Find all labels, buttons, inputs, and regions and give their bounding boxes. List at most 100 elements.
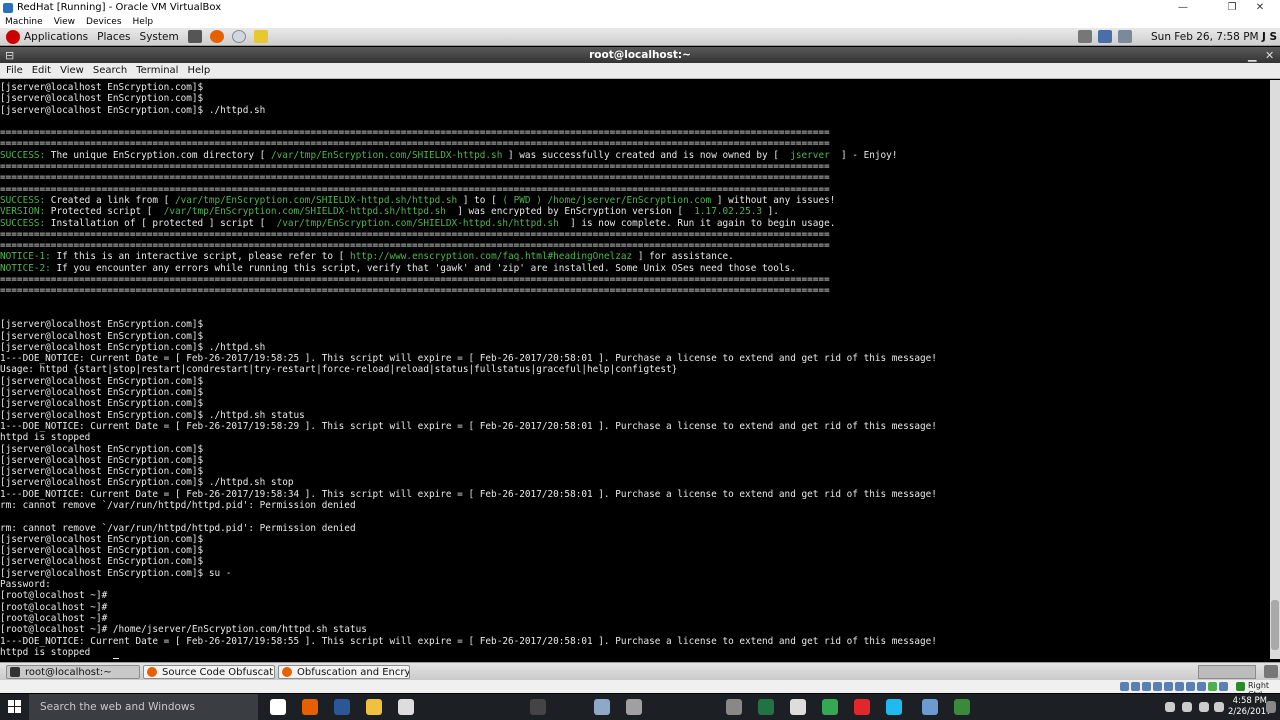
taskbar-button-terminal[interactable]: root@localhost:~ <box>6 665 140 679</box>
panel-user-name[interactable]: J S <box>1262 31 1277 43</box>
host-key-icon <box>1236 682 1245 691</box>
recording-status-icon[interactable] <box>1197 682 1206 691</box>
terminal-scrollbar[interactable] <box>1270 80 1280 659</box>
minimize-button[interactable]: — <box>1163 0 1203 15</box>
qr-tool-icon[interactable] <box>398 699 414 715</box>
terminal-launcher-icon[interactable] <box>187 30 202 43</box>
trash-icon[interactable] <box>1264 665 1278 678</box>
terminal-text: [root@localhost ~]# <box>0 590 108 602</box>
mouse-integration-icon[interactable] <box>1219 682 1228 691</box>
terminal-text: [jserver@localhost EnScryption.com]$ <box>0 466 204 478</box>
terminal-line: [root@localhost ~]# <box>0 613 1270 624</box>
terminal-text: ] - Enjoy! <box>829 149 898 161</box>
notes-launcher-icon[interactable] <box>253 30 268 43</box>
terminal-line: [jserver@localhost EnScryption.com]$ <box>0 545 1270 556</box>
panel-clock[interactable]: Sun Feb 26, 7:58 PM <box>1151 31 1259 43</box>
notifications-icon[interactable] <box>1266 701 1276 713</box>
terminal-line: [jserver@localhost EnScryption.com]$ ./h… <box>0 477 1270 488</box>
paper-plane-icon[interactable] <box>594 699 610 715</box>
taskbar-button-firefox-1[interactable]: Source Code Obfuscati... <box>143 665 275 679</box>
app-icon[interactable] <box>626 699 642 715</box>
terminal-highlight: NOTICE-2: <box>0 262 51 274</box>
network-status-icon[interactable] <box>1153 682 1162 691</box>
terminal-menu-bar: File Edit View Search Terminal Help <box>0 63 1280 79</box>
updates-icon[interactable] <box>1118 30 1132 43</box>
virtualbox-icon[interactable] <box>922 699 938 715</box>
command-prompt-icon[interactable] <box>530 699 546 715</box>
terminal-close-icon[interactable]: ✕ <box>1265 48 1274 64</box>
system-tray-icon[interactable] <box>1165 702 1175 712</box>
terminal-text: httpd is stopped <box>0 432 91 444</box>
terminal-app-icon[interactable] <box>954 699 970 715</box>
menu-places[interactable]: Places <box>97 31 130 43</box>
hdd-status-icon[interactable] <box>1120 682 1129 691</box>
vbox-menu-machine[interactable]: Machine <box>5 17 43 27</box>
network-tray-icon[interactable] <box>1182 702 1192 712</box>
terminal-text: [jserver@localhost EnScryption.com]$ <box>0 454 204 466</box>
chrome-icon[interactable] <box>822 699 838 715</box>
terminal-menu-search[interactable]: Search <box>93 65 127 76</box>
terminal-minimize-icon[interactable]: ▁ <box>1248 48 1256 64</box>
terminal-menu-view[interactable]: View <box>60 65 84 76</box>
vbox-menu-help[interactable]: Help <box>133 17 154 27</box>
terminal-line: [jserver@localhost EnScryption.com]$ <box>0 82 1270 93</box>
window-menu-icon[interactable]: ⊟ <box>5 48 14 64</box>
terminal-line: [jserver@localhost EnScryption.com]$ <box>0 556 1270 567</box>
windows-start-button[interactable] <box>8 700 22 714</box>
shared-folders-status-icon[interactable] <box>1175 682 1184 691</box>
usb-status-icon[interactable] <box>1164 682 1173 691</box>
menu-system[interactable]: System <box>140 31 179 43</box>
windows-search-box[interactable]: Search the web and Windows <box>29 694 258 720</box>
network-launcher-icon[interactable] <box>231 30 246 43</box>
volume-tray-icon[interactable] <box>1199 702 1209 712</box>
terminal-highlight: VERSION: <box>0 206 46 218</box>
scrollbar-thumb[interactable] <box>1271 600 1279 650</box>
firefox-icon <box>147 667 157 677</box>
redhat-logo-icon[interactable] <box>6 29 20 44</box>
vbox-menu-bar: Machine View Devices Help <box>0 15 1280 28</box>
terminal-text: 1---DOE_NOTICE: Current Date = [ Feb-26-… <box>0 635 937 647</box>
vbox-menu-view[interactable]: View <box>54 17 75 27</box>
calculator-icon[interactable] <box>726 699 742 715</box>
word-icon[interactable] <box>790 699 806 715</box>
terminal-text: Password: <box>0 579 51 591</box>
terminal-line: Password: <box>0 579 1270 590</box>
task-view-icon[interactable] <box>270 699 286 715</box>
vbox-menu-devices[interactable]: Devices <box>86 17 121 27</box>
terminal-menu-file[interactable]: File <box>6 65 23 76</box>
terminal-menu-edit[interactable]: Edit <box>32 65 51 76</box>
terminal-menu-help[interactable]: Help <box>187 65 210 76</box>
word-doc-icon[interactable] <box>334 699 350 715</box>
vt-x-status-icon[interactable] <box>1208 682 1217 691</box>
windows-taskbar: Search the web and Windows 4:58 PM 2/26/… <box>0 694 1280 720</box>
terminal-text: ========================================… <box>0 285 830 297</box>
terminal-line: Usage: httpd {start|stop|restart|condres… <box>0 364 1270 375</box>
terminal-text: rm: cannot remove `/var/run/httpd/httpd.… <box>0 499 356 511</box>
file-explorer-icon[interactable] <box>366 699 382 715</box>
terminal-output[interactable]: [jserver@localhost EnScryption.com]$ [jse… <box>0 80 1270 659</box>
taskbar-button-firefox-2[interactable]: Obfuscation and Encry... <box>278 665 410 679</box>
firefox-launcher-icon[interactable] <box>209 30 224 43</box>
menu-applications[interactable]: Applications <box>24 31 88 43</box>
display-status-icon[interactable] <box>1186 682 1195 691</box>
keyboard-tray-icon[interactable] <box>1214 702 1224 712</box>
audio-status-icon[interactable] <box>1142 682 1151 691</box>
terminal-highlight: /var/tmp/EnScryption.com/SHIELDX-httpd.s… <box>163 206 446 218</box>
terminal-menu-terminal[interactable]: Terminal <box>136 65 178 76</box>
start-logo-pane <box>8 700 14 706</box>
close-button[interactable]: ✕ <box>1240 0 1280 15</box>
terminal-text: [root@localhost ~]# <box>0 612 108 624</box>
network-icon[interactable] <box>1098 30 1112 43</box>
workspace-switcher[interactable] <box>1198 665 1256 679</box>
excel-icon[interactable] <box>758 699 774 715</box>
terminal-text: [jserver@localhost EnScryption.com]$ <box>0 93 204 105</box>
optical-status-icon[interactable] <box>1131 682 1140 691</box>
ie-icon[interactable] <box>886 699 902 715</box>
pdf-icon[interactable] <box>854 699 870 715</box>
taskbar-button-label: Obfuscation and Encry... <box>297 666 410 678</box>
firefox-icon[interactable] <box>302 699 318 715</box>
terminal-line: 1---DOE_NOTICE: Current Date = [ Feb-26-… <box>0 489 1270 500</box>
terminal-window-title: root@localhost:~ <box>589 49 691 61</box>
terminal-line: [jserver@localhost EnScryption.com]$ ./h… <box>0 410 1270 421</box>
volume-icon[interactable] <box>1078 30 1092 43</box>
